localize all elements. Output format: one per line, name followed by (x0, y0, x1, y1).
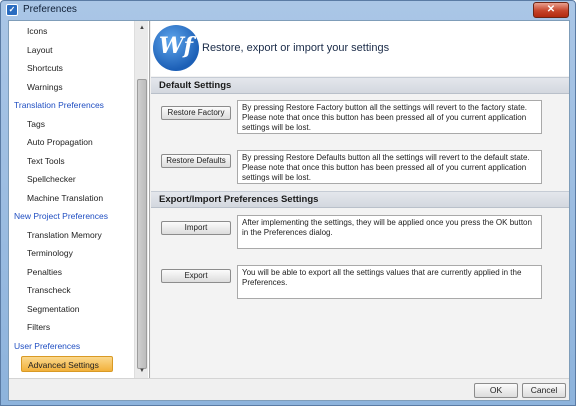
sidebar-item[interactable]: Transcheck (27, 282, 71, 298)
sidebar-group-header[interactable]: Translation Preferences (14, 97, 104, 113)
restore-defaults-description: By pressing Restore Defaults button all … (237, 150, 542, 184)
sidebar-item[interactable]: Penalties (27, 264, 62, 280)
sidebar-item[interactable]: Terminology (27, 245, 73, 261)
scrollbar-thumb[interactable] (137, 79, 147, 369)
sidebar-item[interactable]: Segmentation (27, 301, 79, 317)
preferences-window: ✓ Preferences ✕ Icons Layout Shortcuts Warn… (0, 0, 576, 406)
sidebar-item[interactable]: Advanced Settings (21, 356, 113, 372)
sidebar-item[interactable]: Auto Propagation (27, 134, 93, 150)
title-bar[interactable]: ✓ Preferences ✕ (1, 1, 575, 19)
panel-header: Wf Restore, export or import your settin… (151, 21, 569, 76)
sidebar-item[interactable]: Shortcuts (27, 60, 63, 76)
sidebar-item[interactable]: Text Tools (27, 153, 65, 169)
sidebar-item[interactable]: Warnings (27, 79, 63, 95)
wf-logo: Wf (153, 25, 199, 71)
import-description: After implementing the settings, they wi… (237, 215, 542, 249)
export-button[interactable]: Export (161, 269, 231, 283)
sidebar-scrollbar[interactable]: ▲ ▼ (134, 21, 148, 378)
sidebar-item[interactable]: Icons (27, 23, 47, 39)
scroll-up-arrow-icon[interactable]: ▲ (135, 21, 149, 35)
close-button[interactable]: ✕ (533, 2, 569, 18)
preferences-sidebar: Icons Layout Shortcuts Warnings Translation … (9, 21, 150, 378)
app-icon: ✓ (6, 4, 18, 16)
settings-panel: Wf Restore, export or import your settin… (151, 21, 569, 378)
dialog-footer: OK Cancel (9, 378, 569, 400)
restore-factory-description: By pressing Restore Factory button all t… (237, 100, 542, 134)
sidebar-item[interactable]: Machine Translation (27, 190, 103, 206)
sidebar-item[interactable]: Layout (27, 42, 53, 58)
restore-defaults-button[interactable]: Restore Defaults (161, 154, 231, 168)
sidebar-item[interactable]: Translation Memory (27, 227, 102, 243)
sidebar-group-header[interactable]: New Project Preferences (14, 208, 108, 224)
scroll-down-arrow-icon[interactable]: ▼ (135, 364, 149, 378)
dialog-client-area: Icons Layout Shortcuts Warnings Translation … (8, 20, 570, 401)
sidebar-item[interactable]: Filters (27, 319, 50, 335)
export-description: You will be able to export all the setti… (237, 265, 542, 299)
sidebar-item[interactable]: Tags (27, 116, 45, 132)
export-import-header: Export/Import Preferences Settings (151, 191, 569, 208)
import-button[interactable]: Import (161, 221, 231, 235)
ok-button[interactable]: OK (474, 383, 518, 398)
cancel-button[interactable]: Cancel (522, 383, 566, 398)
sidebar-item[interactable]: Spellchecker (27, 171, 76, 187)
window-title: Preferences (23, 4, 77, 15)
restore-factory-button[interactable]: Restore Factory (161, 106, 231, 120)
sidebar-group-header[interactable]: User Preferences (14, 338, 80, 354)
default-settings-header: Default Settings (151, 77, 569, 94)
panel-title: Restore, export or import your settings (202, 42, 390, 54)
